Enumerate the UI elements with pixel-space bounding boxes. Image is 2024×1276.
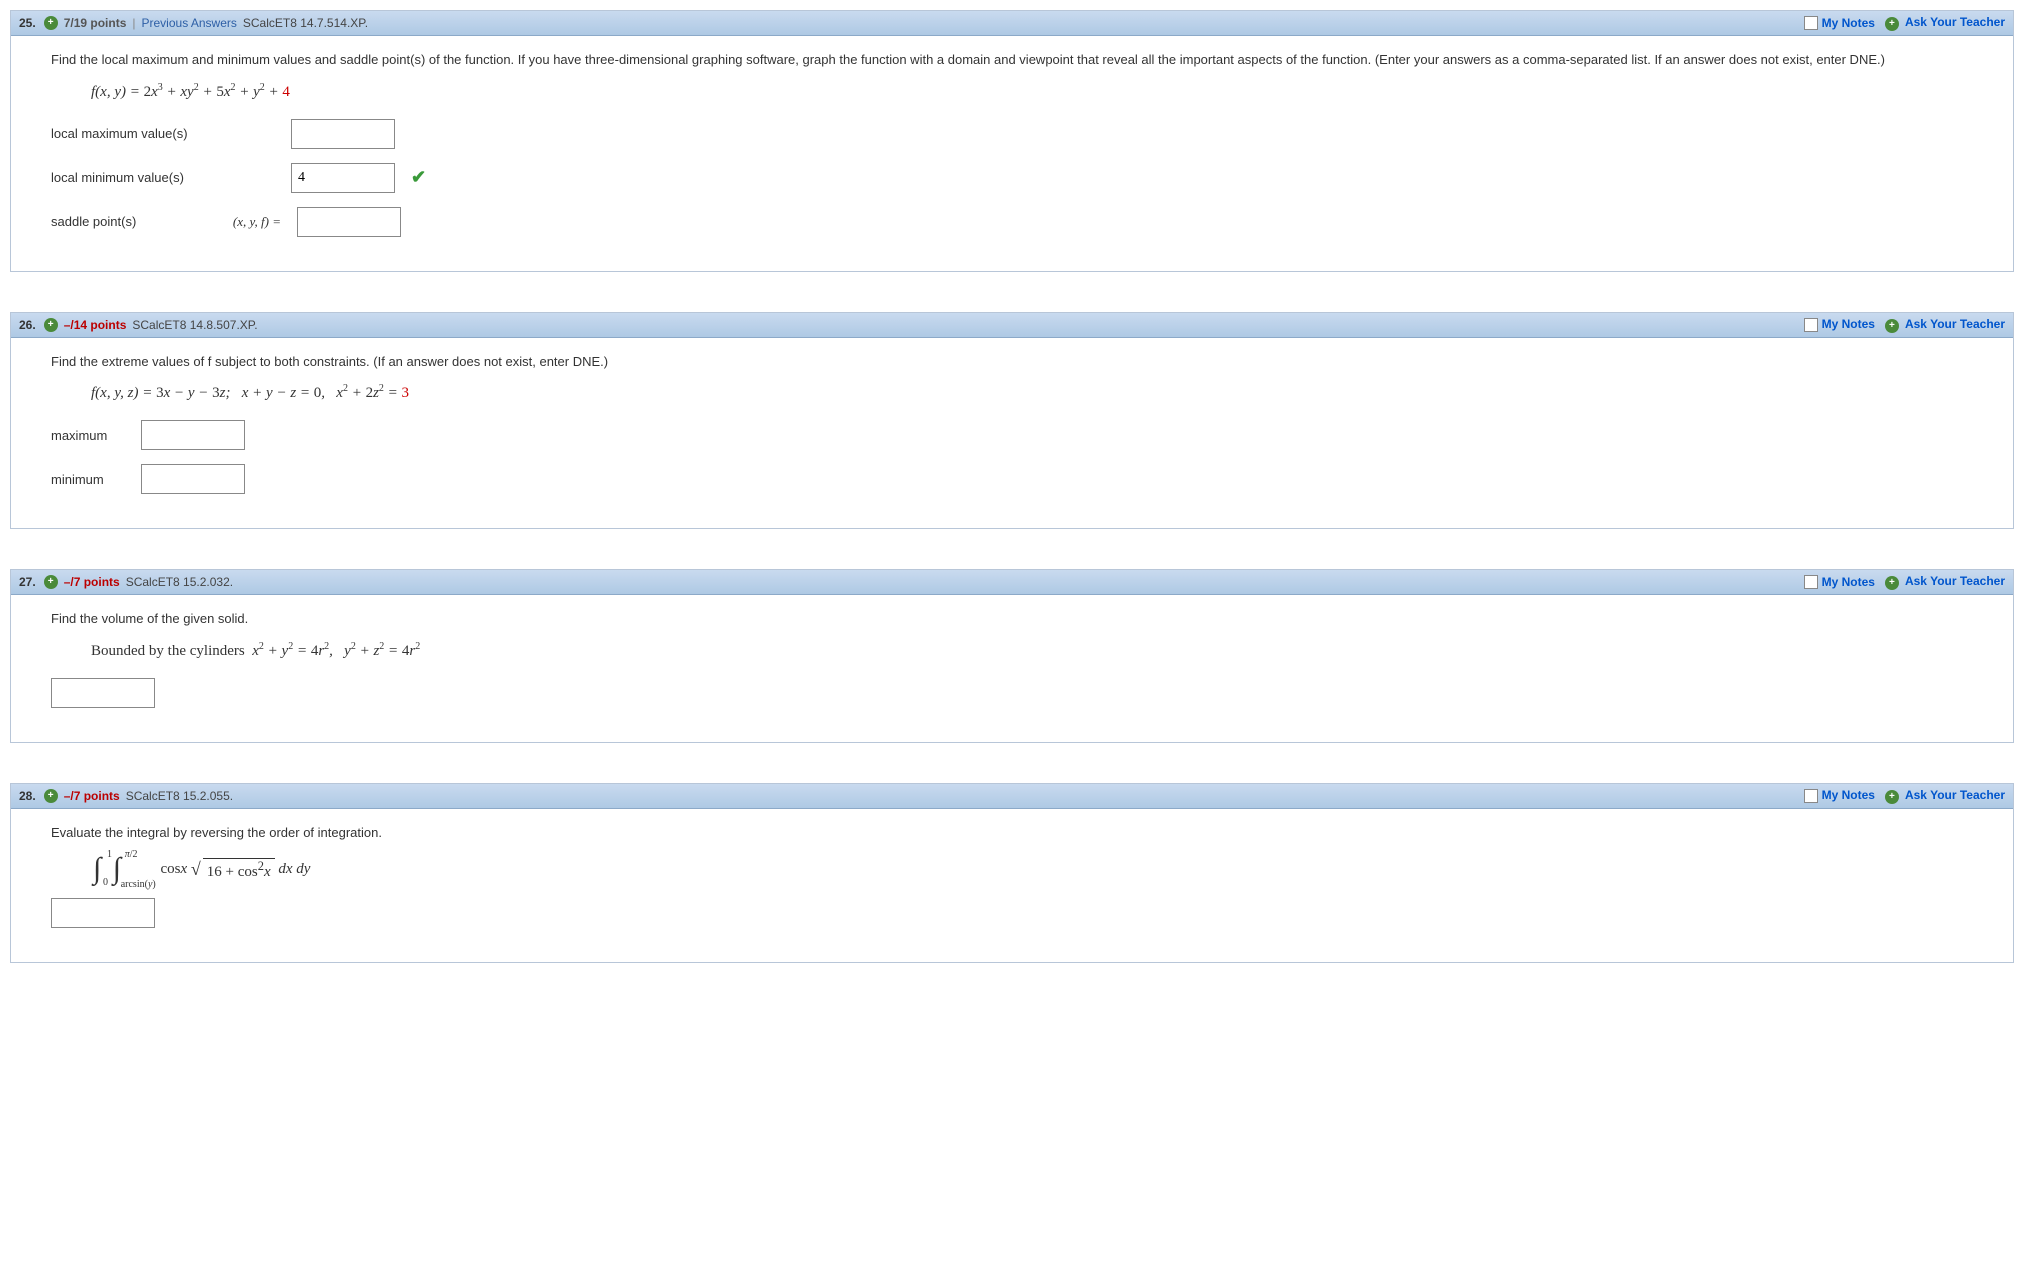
points-label: 7/19 points — [64, 16, 127, 30]
source-label: SCalcET8 14.7.514.XP. — [243, 16, 368, 30]
question-prompt: Find the local maximum and minimum value… — [51, 50, 1973, 70]
my-notes-link[interactable]: My Notes — [1804, 317, 1875, 332]
local-max-label: local maximum value(s) — [51, 126, 281, 141]
question-27: 27. + –/7 points SCalcET8 15.2.032. My N… — [10, 569, 2014, 743]
local-max-input[interactable] — [291, 119, 395, 149]
expand-icon[interactable]: + — [44, 318, 58, 332]
question-26: 26. + –/14 points SCalcET8 14.8.507.XP. … — [10, 312, 2014, 530]
plus-icon: + — [1885, 576, 1899, 590]
function-formula: f(x, y) = 2x3 + xy2 + 5x2 + y2 + 4 — [91, 82, 1933, 101]
check-icon: ✔ — [411, 167, 426, 188]
question-28: 28. + –/7 points SCalcET8 15.2.055. My N… — [10, 783, 2014, 964]
question-number: 26. — [19, 318, 44, 332]
my-notes-link[interactable]: My Notes — [1804, 575, 1875, 590]
notes-icon — [1804, 318, 1818, 332]
saddle-label: saddle point(s) — [51, 214, 201, 229]
solid-formula: Bounded by the cylinders x2 + y2 = 4r2, … — [91, 641, 1933, 660]
local-min-label: local minimum value(s) — [51, 170, 281, 185]
points-label: –/14 points — [64, 318, 127, 332]
question-header: 28. + –/7 points SCalcET8 15.2.055. My N… — [11, 784, 2013, 809]
integral-input[interactable] — [51, 898, 155, 928]
expand-icon[interactable]: + — [44, 16, 58, 30]
saddle-prefix: (x, y, f) = — [211, 214, 281, 230]
local-min-input[interactable] — [291, 163, 395, 193]
source-label: SCalcET8 15.2.032. — [126, 575, 233, 589]
notes-icon — [1804, 16, 1818, 30]
volume-input[interactable] — [51, 678, 155, 708]
my-notes-link[interactable]: My Notes — [1804, 16, 1875, 31]
ask-teacher-link[interactable]: +Ask Your Teacher — [1885, 317, 2005, 333]
question-header: 27. + –/7 points SCalcET8 15.2.032. My N… — [11, 570, 2013, 595]
question-number: 28. — [19, 789, 44, 803]
question-header: 26. + –/14 points SCalcET8 14.8.507.XP. … — [11, 313, 2013, 338]
maximum-input[interactable] — [141, 420, 245, 450]
plus-icon: + — [1885, 17, 1899, 31]
ask-teacher-link[interactable]: +Ask Your Teacher — [1885, 788, 2005, 804]
integral-formula: ∫10 ∫π/2arcsin(y) cos x √16 + cos2x dx d… — [91, 854, 1933, 884]
question-number: 27. — [19, 575, 44, 589]
maximum-label: maximum — [51, 428, 131, 443]
source-label: SCalcET8 15.2.055. — [126, 789, 233, 803]
expand-icon[interactable]: + — [44, 575, 58, 589]
question-header: 25. + 7/19 points | Previous Answers SCa… — [11, 11, 2013, 36]
previous-answers-link[interactable]: Previous Answers — [142, 16, 237, 30]
question-prompt: Find the extreme values of f subject to … — [51, 352, 1973, 372]
minimum-input[interactable] — [141, 464, 245, 494]
points-label: –/7 points — [64, 575, 120, 589]
question-prompt: Evaluate the integral by reversing the o… — [51, 823, 1973, 843]
question-25: 25. + 7/19 points | Previous Answers SCa… — [10, 10, 2014, 272]
question-prompt: Find the volume of the given solid. — [51, 609, 1973, 629]
saddle-input[interactable] — [297, 207, 401, 237]
notes-icon — [1804, 575, 1818, 589]
notes-icon — [1804, 789, 1818, 803]
plus-icon: + — [1885, 319, 1899, 333]
points-label: –/7 points — [64, 789, 120, 803]
ask-teacher-link[interactable]: +Ask Your Teacher — [1885, 574, 2005, 590]
question-number: 25. — [19, 16, 44, 30]
source-label: SCalcET8 14.8.507.XP. — [132, 318, 257, 332]
expand-icon[interactable]: + — [44, 789, 58, 803]
ask-teacher-link[interactable]: +Ask Your Teacher — [1885, 15, 2005, 31]
plus-icon: + — [1885, 790, 1899, 804]
minimum-label: minimum — [51, 472, 131, 487]
divider: | — [132, 16, 135, 30]
function-formula: f(x, y, z) = 3x − y − 3z; x + y − z = 0,… — [91, 383, 1933, 402]
my-notes-link[interactable]: My Notes — [1804, 788, 1875, 803]
